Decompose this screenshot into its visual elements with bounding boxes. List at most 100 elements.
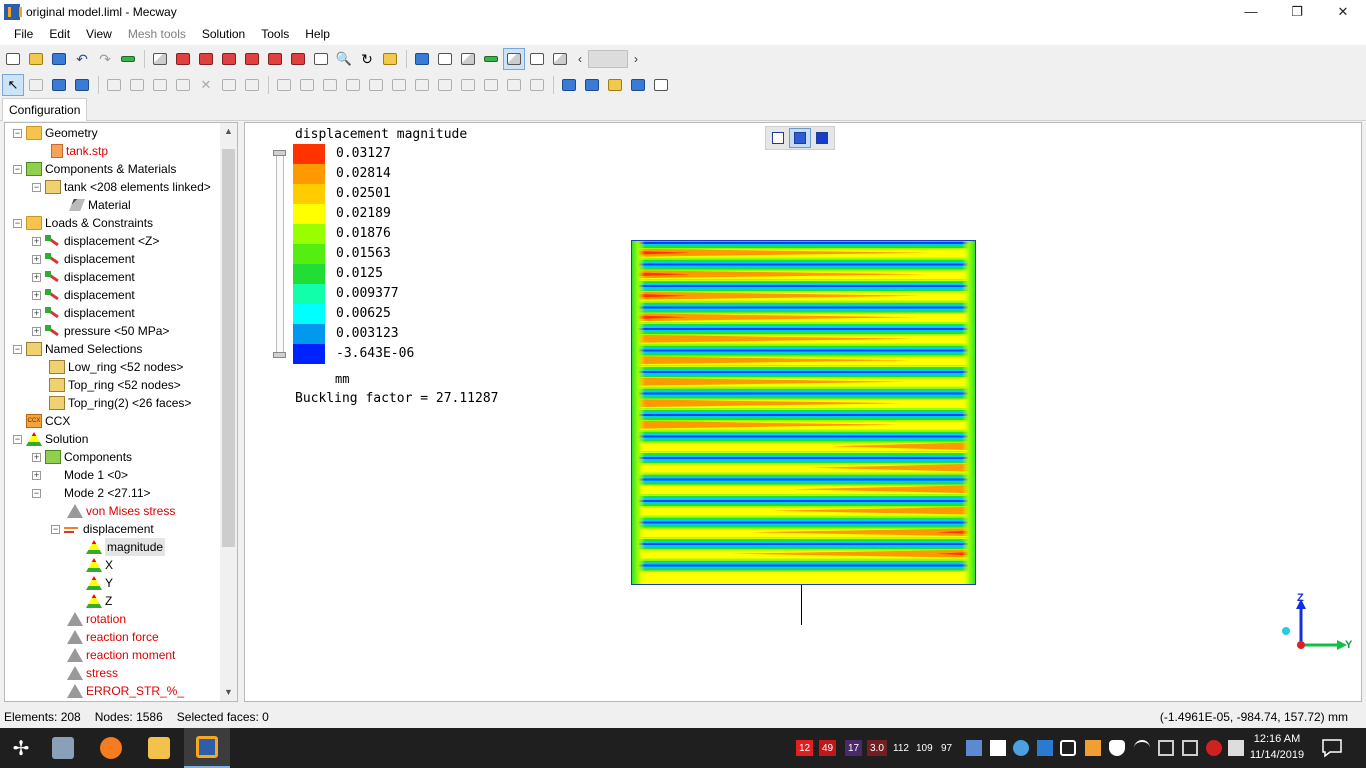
notifications-icon[interactable]: [1320, 738, 1344, 758]
select-pointer-icon[interactable]: ↖: [2, 74, 24, 96]
firefox-icon[interactable]: [88, 728, 134, 768]
surface-icon[interactable]: [480, 48, 502, 70]
toolbar-scroll-track[interactable]: [588, 50, 628, 68]
axes-dropdown-icon[interactable]: [434, 48, 456, 70]
shell-1-icon[interactable]: [558, 74, 580, 96]
collapse-icon[interactable]: −: [32, 488, 41, 498]
tree-item-rotation[interactable]: rotation: [67, 610, 126, 628]
display-icon[interactable]: [1182, 740, 1198, 756]
wireframe-cube-icon[interactable]: [767, 128, 789, 148]
word-icon[interactable]: [1037, 740, 1053, 756]
tree-item-z[interactable]: Z: [86, 592, 112, 610]
tree-item-geometry[interactable]: − Geometry: [13, 124, 98, 142]
restore-button[interactable]: ❐: [1274, 0, 1320, 23]
select-node-icon[interactable]: [25, 74, 47, 96]
task-view-icon[interactable]: [40, 728, 86, 768]
tree-item-solution-components[interactable]: + Components: [32, 448, 132, 466]
tray-value[interactable]: 97: [941, 740, 952, 756]
mesh-tool-18-icon[interactable]: [526, 74, 548, 96]
tray-badge[interactable]: 17: [845, 740, 863, 756]
mecway-taskbar-icon[interactable]: [184, 728, 230, 768]
legend-max-handle[interactable]: [273, 150, 286, 156]
collapse-icon[interactable]: −: [51, 524, 60, 534]
tree-item-loads-constraints[interactable]: − Loads & Constraints: [13, 214, 153, 232]
tree-item-load[interactable]: + displacement: [32, 268, 135, 286]
expand-icon[interactable]: +: [32, 326, 41, 336]
mesh-tool-10-icon[interactable]: [342, 74, 364, 96]
tray-badge[interactable]: 49: [819, 740, 837, 756]
mesh-tool-11-icon[interactable]: [365, 74, 387, 96]
mesh-view-icon[interactable]: [457, 48, 479, 70]
collapse-icon[interactable]: −: [13, 434, 22, 444]
mesh-tool-1-icon[interactable]: [103, 74, 125, 96]
document-icon[interactable]: [990, 740, 1006, 756]
select-face-icon[interactable]: [71, 74, 93, 96]
menu-mesh-tools[interactable]: Mesh tools: [120, 23, 194, 45]
tree-item-y[interactable]: Y: [86, 574, 113, 592]
tree-item-load[interactable]: + displacement <Z>: [32, 232, 159, 250]
menu-tools[interactable]: Tools: [253, 23, 297, 45]
view-top-icon[interactable]: [264, 48, 286, 70]
tree-item-reaction-force[interactable]: reaction force: [67, 628, 159, 646]
expand-icon[interactable]: +: [32, 254, 41, 264]
tree-item-mode1[interactable]: + Mode 1 <0>: [32, 466, 128, 484]
tree-item-load[interactable]: + displacement: [32, 304, 135, 322]
tray-value[interactable]: 109: [916, 740, 933, 756]
settings-icon[interactable]: [1085, 740, 1101, 756]
mesh-tool-14-icon[interactable]: [434, 74, 456, 96]
animation-icon[interactable]: [627, 74, 649, 96]
scroll-up-icon[interactable]: ▲: [220, 123, 237, 140]
expand-icon[interactable]: +: [32, 272, 41, 282]
expand-icon[interactable]: +: [32, 308, 41, 318]
shaded-view-icon[interactable]: [503, 48, 525, 70]
scroll-left-icon[interactable]: ‹: [572, 49, 588, 69]
keyboard-icon[interactable]: [1158, 740, 1174, 756]
3d-viewport[interactable]: displacement magnitude 0.03127 0.02814 0.0…: [244, 122, 1362, 702]
menu-solution[interactable]: Solution: [194, 23, 253, 45]
deform-icon[interactable]: [411, 48, 433, 70]
collapse-icon[interactable]: −: [13, 128, 22, 138]
tree-item-named-selections[interactable]: − Named Selections: [13, 340, 142, 358]
tray-badge[interactable]: 12: [796, 740, 814, 756]
tree-item-load[interactable]: + pressure <50 MPa>: [32, 322, 169, 340]
tree-item-selection[interactable]: Top_ring <52 nodes>: [49, 376, 181, 394]
hidden-lines-icon[interactable]: [549, 48, 571, 70]
file-explorer-icon[interactable]: [136, 728, 182, 768]
tray-badge[interactable]: 3.0: [867, 740, 887, 756]
view-left-icon[interactable]: [218, 48, 240, 70]
select-element-icon[interactable]: [48, 74, 70, 96]
tree-item-tank[interactable]: − tank <208 elements linked>: [32, 178, 211, 196]
tree-item-solution[interactable]: − Solution: [13, 430, 88, 448]
mesh-tool-12-icon[interactable]: [388, 74, 410, 96]
collapse-icon[interactable]: −: [13, 344, 22, 354]
pan-icon[interactable]: [379, 48, 401, 70]
collapse-icon[interactable]: −: [13, 218, 22, 228]
system-clock[interactable]: 12:16 AM 11/14/2019: [1244, 731, 1310, 763]
legend-min-handle[interactable]: [273, 352, 286, 358]
tree-item-displacement[interactable]: − displacement: [51, 520, 154, 538]
tree-item-reaction-moment[interactable]: reaction moment: [67, 646, 175, 664]
mesh-tool-5-icon[interactable]: [218, 74, 240, 96]
tree-item-load[interactable]: + displacement: [32, 250, 135, 268]
table-icon[interactable]: [650, 74, 672, 96]
network-monitor-icon[interactable]: [966, 740, 982, 756]
scroll-right-icon[interactable]: ›: [628, 49, 644, 69]
tree-item-error[interactable]: ERROR_STR_%_: [67, 682, 184, 700]
wifi-icon[interactable]: [1134, 740, 1150, 756]
delete-icon[interactable]: ✕: [195, 74, 217, 96]
view-front-icon[interactable]: [172, 48, 194, 70]
view-right-icon[interactable]: [241, 48, 263, 70]
view-iso-icon[interactable]: [149, 48, 171, 70]
shell-3-icon[interactable]: [604, 74, 626, 96]
open-folder-icon[interactable]: [25, 48, 47, 70]
mesh-tool-2-icon[interactable]: [126, 74, 148, 96]
tree-item-selection[interactable]: Low_ring <52 nodes>: [49, 358, 183, 376]
menu-help[interactable]: Help: [297, 23, 338, 45]
menu-edit[interactable]: Edit: [41, 23, 78, 45]
new-file-icon[interactable]: [2, 48, 24, 70]
security-shield-icon[interactable]: [1109, 740, 1125, 756]
tree-item-load[interactable]: + displacement: [32, 286, 135, 304]
mesh-tool-9-icon[interactable]: [319, 74, 341, 96]
tray-value[interactable]: 112: [893, 740, 909, 756]
contour-model[interactable]: [631, 240, 976, 585]
